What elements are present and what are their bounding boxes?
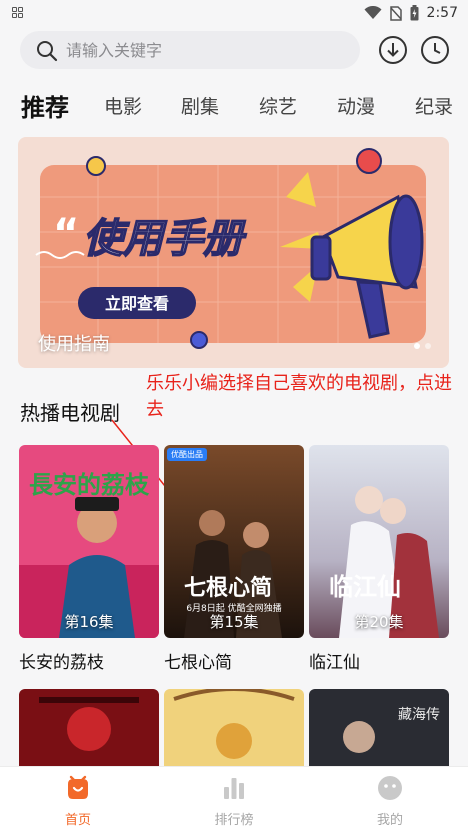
nav-profile[interactable]: 我的 [330,775,450,828]
show-card[interactable]: 七根心简 6月8日起 优酷全网独播 优酷出品 第15集 七根心简 [164,445,304,673]
tab-series[interactable]: 剧集 [181,92,219,119]
nav-label: 排行榜 [214,813,254,828]
show-poster[interactable] [164,689,304,769]
show-card[interactable]: 長安的荔枝 第16集 长安的荔枝 [19,445,159,673]
poster-title-art: 藏海传 [398,707,440,723]
wifi-icon [364,6,382,19]
pager-dot [414,343,420,349]
show-card[interactable]: 临江仙 第20集 临江仙 [309,445,449,673]
show-title[interactable]: 七根心简 [164,648,304,673]
bottom-nav: 首页 排行榜 我的 [0,766,468,832]
show-poster[interactable] [19,689,159,769]
status-time: 2:57 [426,5,458,21]
episode-count: 第20集 [354,613,404,631]
tab-documentary[interactable]: 纪录 [415,92,453,119]
download-icon[interactable] [378,35,408,65]
profile-face-icon [378,776,402,800]
show-poster[interactable]: 临江仙 第20集 [309,445,449,638]
promo-banner[interactable]: “ 使用手册 立即查看 使用指南 [18,137,449,368]
section-title: 热播电视剧 [20,401,120,425]
tab-recommend[interactable]: 推荐 [21,88,69,123]
show-poster[interactable]: 七根心简 6月8日起 优酷全网独播 优酷出品 第15集 [164,445,304,638]
battery-icon [410,5,419,21]
no-sim-icon [389,5,402,21]
tab-variety[interactable]: 综艺 [259,92,297,119]
show-poster[interactable]: 藏海传 [309,689,449,769]
status-bar: 2:57 [0,0,468,26]
nav-home[interactable]: 首页 [18,775,138,828]
banner-caption: 使用指南 [38,334,110,355]
poster-title-art: 七根心简 [184,575,272,601]
episode-count: 第16集 [64,613,114,631]
nav-label: 我的 [376,813,403,828]
nav-label: 首页 [64,813,91,828]
producer-badge: 优酷出品 [167,448,207,461]
banner-cta-label[interactable]: 立即查看 [105,294,169,313]
tab-anime[interactable]: 动漫 [337,92,375,119]
search-input[interactable] [66,31,346,69]
tab-movies[interactable]: 电影 [104,92,142,119]
search-bar[interactable] [20,31,360,69]
show-title[interactable]: 长安的荔枝 [19,648,159,673]
tutorial-annotation: 乐乐小编选择自己喜欢的电视剧，点进去 [146,373,452,420]
nav-ranking[interactable]: 排行榜 [174,775,294,828]
banner-quote-mark: “ [53,211,79,257]
app-grid-icon [12,7,24,19]
category-tabs: 推荐 电影 剧集 综艺 动漫 纪录 [0,82,468,126]
poster-title-art: 临江仙 [329,573,401,601]
show-poster[interactable]: 長安的荔枝 第16集 [19,445,159,638]
banner-pager [414,343,431,349]
history-clock-icon[interactable] [420,35,450,65]
poster-title-art: 長安的荔枝 [29,471,150,499]
search-icon [37,41,58,62]
pager-dot [425,343,431,349]
banner-headline: 使用手册 [83,216,247,262]
show-title[interactable]: 临江仙 [309,648,449,673]
episode-count: 第15集 [209,613,259,631]
chart-bars-icon [224,778,244,799]
home-icon [68,775,88,799]
